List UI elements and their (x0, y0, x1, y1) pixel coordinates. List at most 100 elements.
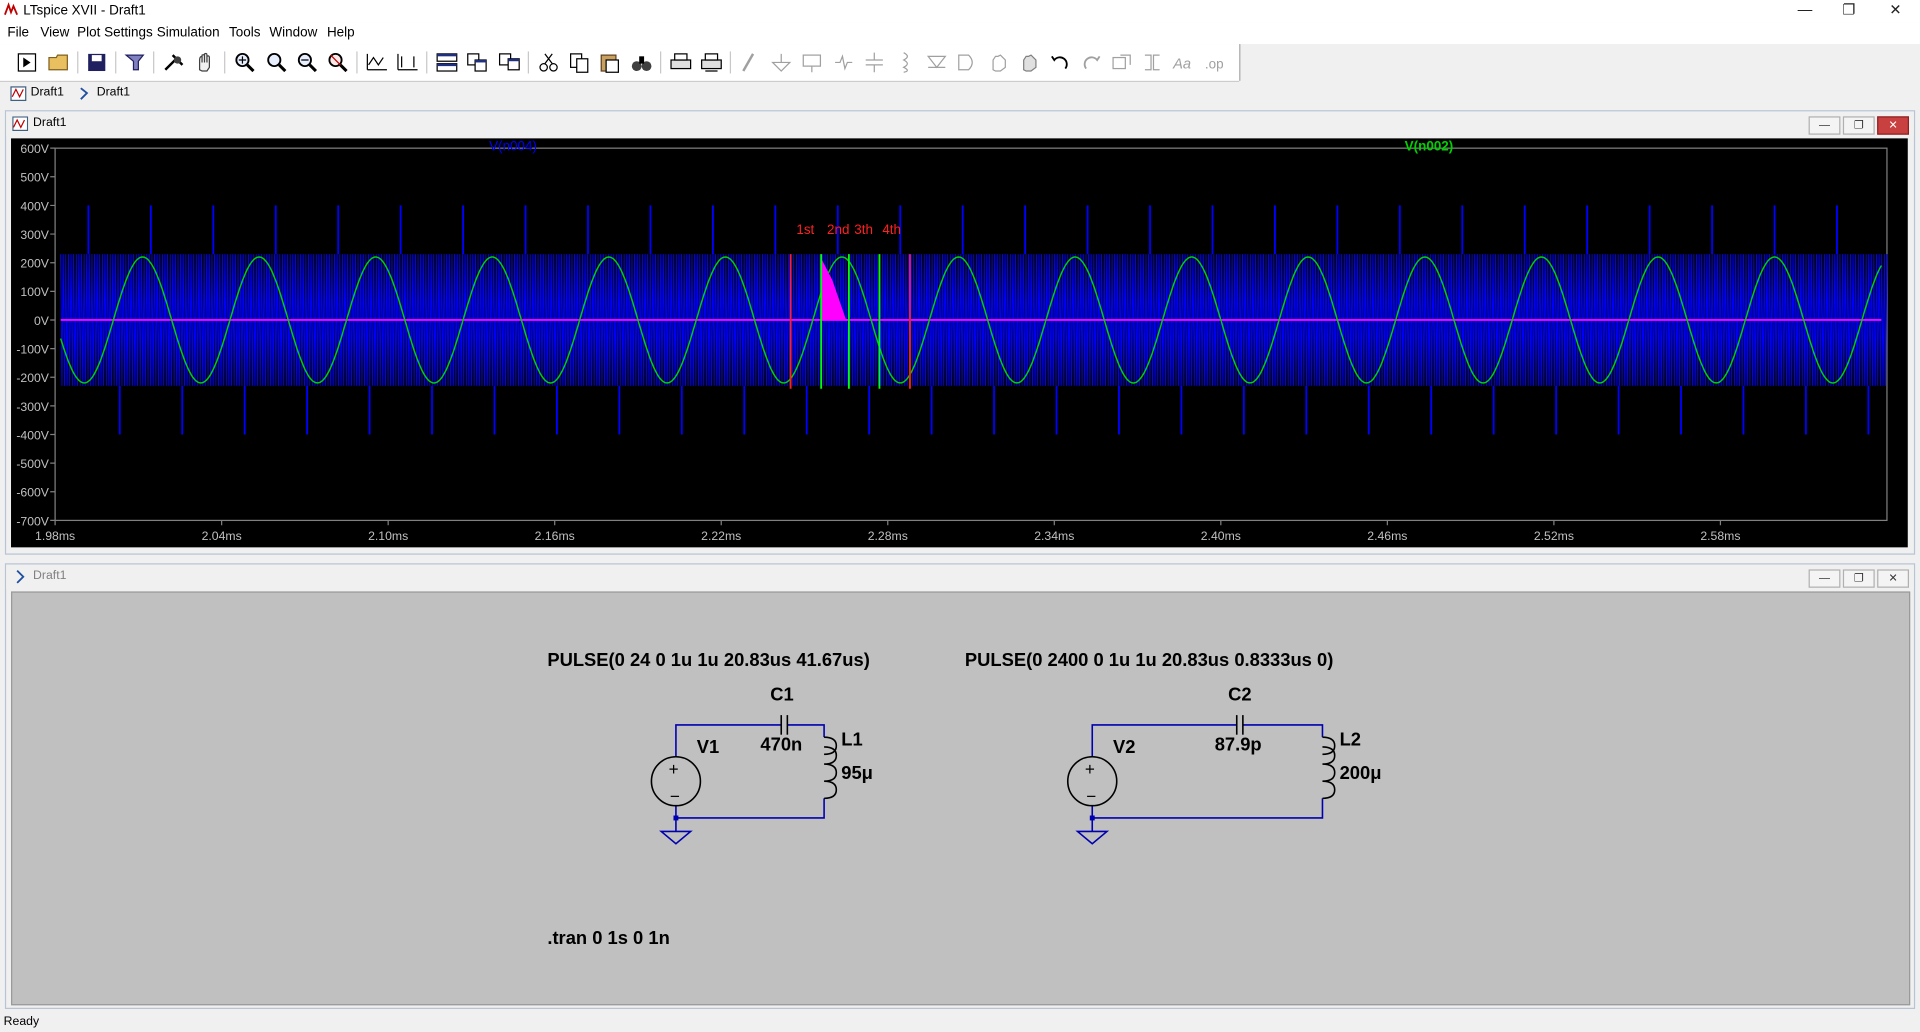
mirror-icon (1144, 54, 1160, 71)
print-icon[interactable] (667, 50, 694, 74)
control-panel-icon[interactable] (121, 50, 148, 74)
x-tick-label: 2.10ms (368, 529, 408, 543)
l1-value[interactable]: 95μ (841, 762, 873, 783)
schematic-window-titlebar[interactable]: Draft1 — ❐ ✕ (6, 564, 1914, 589)
copy-icon[interactable] (566, 50, 593, 74)
pan-icon[interactable] (263, 50, 290, 74)
toolbar: Aa .op (0, 44, 1240, 83)
print-preview-icon[interactable] (698, 50, 725, 74)
menu-plot-settings[interactable]: Plot Settings (77, 26, 153, 41)
schematic-close-button[interactable]: ✕ (1877, 569, 1909, 588)
open-folder-icon[interactable] (45, 50, 72, 74)
v1-source[interactable]: + − (650, 755, 702, 807)
y-tick-label: 400V (20, 199, 49, 213)
title-bar: LTspice XVII - Draft1 — ❐ ✕ (0, 0, 1920, 23)
run-icon[interactable] (160, 50, 187, 74)
tab-schematic-draft1[interactable]: Draft1 (73, 84, 134, 104)
v2-source[interactable]: + − (1066, 755, 1118, 807)
schematic-svg: PULSE(0 24 0 1u 1u 20.83us 41.67us) PULS… (547, 649, 1382, 948)
minimize-button[interactable]: — (1783, 0, 1827, 22)
c1-label[interactable]: C1 (770, 683, 793, 704)
rotate-icon (1112, 54, 1131, 70)
y-tick-label: -600V (16, 486, 49, 500)
tab-waveform-draft1[interactable]: Draft1 (7, 84, 68, 104)
schematic-icon (80, 87, 89, 100)
ltspice-app-icon (4, 2, 18, 16)
c2-capacitor[interactable] (1235, 715, 1244, 735)
v2-label[interactable]: V2 (1113, 736, 1135, 757)
schematic-minimize-button[interactable]: — (1808, 569, 1841, 588)
x-tick-label: 2.28ms (868, 529, 908, 543)
ground-icon (771, 53, 792, 72)
window-title: LTspice XVII - Draft1 (23, 3, 146, 19)
svg-text:.op: .op (1205, 57, 1224, 72)
plot-window-titlebar[interactable]: Draft1 — ❐ ✕ (6, 111, 1914, 136)
v1-pulse-directive[interactable]: PULSE(0 24 0 1u 1u 20.83us 41.67us) (547, 649, 869, 670)
ground-symbol[interactable] (659, 830, 693, 845)
cursor-annotation: 1st (796, 222, 814, 237)
plot-restore-button[interactable]: ❐ (1842, 116, 1875, 135)
toolbar-empty-area (1239, 44, 1920, 81)
l2-inductor[interactable] (1322, 736, 1336, 800)
c1-value[interactable]: 470n (760, 734, 802, 755)
text-icon: Aa (1172, 57, 1191, 73)
v1-label[interactable]: V1 (697, 736, 719, 757)
status-text: Ready (3, 1015, 40, 1029)
undo-icon[interactable] (1047, 50, 1074, 74)
menu-simulation[interactable]: Simulation (157, 26, 220, 41)
new-schematic-icon[interactable] (13, 50, 40, 74)
cut-icon[interactable] (535, 50, 562, 74)
menu-window[interactable]: Window (269, 26, 317, 41)
y-tick-label: -500V (16, 457, 49, 471)
manual-limits-icon[interactable] (394, 50, 421, 74)
zoom-out-icon[interactable] (294, 50, 321, 74)
redo-icon (1083, 55, 1101, 70)
tile-horizontal-icon[interactable] (433, 50, 460, 74)
y-tick-label: 300V (20, 228, 49, 242)
component-icon (958, 54, 973, 71)
menu-tools[interactable]: Tools (229, 26, 260, 41)
autorange-icon[interactable] (364, 50, 391, 74)
tran-directive[interactable]: .tran 0 1s 0 1n (547, 927, 669, 948)
menu-help[interactable]: Help (327, 26, 355, 41)
ground-symbol[interactable] (1075, 830, 1110, 845)
waveform-plot[interactable]: 600V 500V 400V 300V 200V 100V 0V -100V -200V -300… (11, 138, 1908, 548)
save-icon[interactable] (83, 50, 110, 74)
junction-dot (673, 815, 679, 821)
cursor-annotation: 3th (854, 222, 873, 237)
schematic-restore-button[interactable]: ❐ (1842, 569, 1875, 588)
l2-value[interactable]: 200μ (1340, 762, 1382, 783)
y-tick-label: -400V (16, 428, 49, 442)
c2-label[interactable]: C2 (1228, 683, 1251, 704)
minus-sign: − (1086, 786, 1096, 806)
l2-label[interactable]: L2 (1340, 729, 1361, 750)
cascade-icon[interactable] (496, 50, 523, 74)
l1-label[interactable]: L1 (841, 729, 862, 750)
menu-view[interactable]: View (40, 26, 69, 41)
schematic-canvas[interactable]: PULSE(0 24 0 1u 1u 20.83us 41.67us) PULS… (11, 591, 1911, 1006)
maximize-button[interactable]: ❐ (1827, 0, 1871, 22)
halt-hand-icon[interactable] (192, 50, 219, 74)
menu-file[interactable]: File (7, 26, 29, 41)
y-tick-label: 200V (20, 257, 49, 271)
schematic-window-title: Draft1 (33, 569, 67, 583)
l1-inductor[interactable] (824, 736, 838, 800)
plus-sign: + (669, 759, 679, 779)
find-binoculars-icon[interactable] (628, 50, 655, 74)
close-button[interactable]: ✕ (1873, 0, 1917, 22)
schematic-icon (16, 569, 25, 584)
resistor-icon (835, 54, 853, 71)
waveform-chart-svg: 600V 500V 400V 300V 200V 100V 0V -100V -200V -300… (16, 139, 1888, 543)
c1-capacitor[interactable] (780, 715, 789, 735)
tile-vertical-icon[interactable] (464, 50, 491, 74)
zoom-area-icon[interactable] (231, 50, 258, 74)
v2-pulse-directive[interactable]: PULSE(0 2400 0 1u 1u 20.83us 0.8333us 0) (965, 649, 1333, 670)
paste-icon[interactable] (596, 50, 623, 74)
plot-close-button[interactable]: ✕ (1877, 116, 1909, 135)
y-tick-label: 100V (20, 285, 49, 299)
cursor-annotation: 4th (882, 222, 901, 237)
zoom-fit-icon[interactable] (324, 50, 351, 74)
c2-value[interactable]: 87.9p (1215, 734, 1262, 755)
x-tick-label: 2.16ms (535, 529, 575, 543)
plot-minimize-button[interactable]: — (1808, 116, 1841, 135)
